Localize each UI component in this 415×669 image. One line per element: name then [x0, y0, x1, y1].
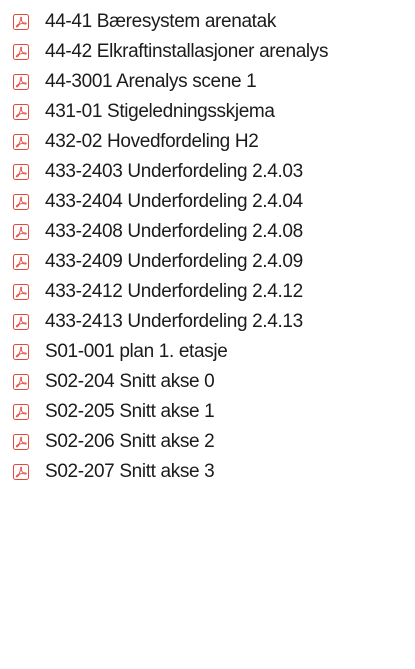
file-list-item[interactable]: 433-2409 Underfordeling 2.4.09 [0, 247, 415, 277]
file-list-item[interactable]: 432-02 Hovedfordeling H2 [0, 127, 415, 157]
file-name: 431-01 Stigeledningsskjema [45, 101, 275, 122]
file-list-item[interactable]: S02-207 Snitt akse 3 [0, 457, 415, 487]
file-list-item[interactable]: 433-2403 Underfordeling 2.4.03 [0, 157, 415, 187]
pdf-file-icon [13, 14, 29, 30]
pdf-file-icon [13, 164, 29, 180]
pdf-file-icon [13, 434, 29, 450]
pdf-file-icon [13, 74, 29, 90]
file-name: S02-206 Snitt akse 2 [45, 431, 215, 452]
file-name: 432-02 Hovedfordeling H2 [45, 131, 259, 152]
file-name: 44-3001 Arenalys scene 1 [45, 71, 257, 92]
pdf-file-icon [13, 314, 29, 330]
file-name: S02-204 Snitt akse 0 [45, 371, 215, 392]
file-name: 433-2404 Underfordeling 2.4.04 [45, 191, 303, 212]
pdf-file-icon [13, 104, 29, 120]
file-list-item[interactable]: 431-01 Stigeledningsskjema [0, 97, 415, 127]
file-name: 433-2408 Underfordeling 2.4.08 [45, 221, 303, 242]
file-list-item[interactable]: S01-001 plan 1. etasje [0, 337, 415, 367]
file-list-item[interactable]: 433-2408 Underfordeling 2.4.08 [0, 217, 415, 247]
file-list-item[interactable]: S02-204 Snitt akse 0 [0, 367, 415, 397]
file-list-item[interactable]: 433-2404 Underfordeling 2.4.04 [0, 187, 415, 217]
file-list-item[interactable]: 44-3001 Arenalys scene 1 [0, 67, 415, 97]
pdf-file-icon [13, 344, 29, 360]
file-list-item[interactable]: 44-42 Elkraftinstallasjoner arenalys [0, 37, 415, 67]
file-name: 433-2403 Underfordeling 2.4.03 [45, 161, 303, 182]
file-list: 44-41 Bæresystem arenatak 44-42 Elkrafti… [0, 0, 415, 487]
file-name: 433-2413 Underfordeling 2.4.13 [45, 311, 303, 332]
file-list-item[interactable]: S02-206 Snitt akse 2 [0, 427, 415, 457]
pdf-file-icon [13, 134, 29, 150]
pdf-file-icon [13, 254, 29, 270]
pdf-file-icon [13, 284, 29, 300]
pdf-file-icon [13, 194, 29, 210]
pdf-file-icon [13, 404, 29, 420]
file-name: 44-41 Bæresystem arenatak [45, 11, 276, 32]
file-name: S02-205 Snitt akse 1 [45, 401, 215, 422]
file-list-item[interactable]: 433-2413 Underfordeling 2.4.13 [0, 307, 415, 337]
pdf-file-icon [13, 464, 29, 480]
file-list-item[interactable]: 44-41 Bæresystem arenatak [0, 7, 415, 37]
file-name: S01-001 plan 1. etasje [45, 341, 228, 362]
file-name: 44-42 Elkraftinstallasjoner arenalys [45, 41, 329, 62]
file-name: S02-207 Snitt akse 3 [45, 461, 215, 482]
pdf-file-icon [13, 224, 29, 240]
file-list-item[interactable]: S02-205 Snitt akse 1 [0, 397, 415, 427]
file-list-item[interactable]: 433-2412 Underfordeling 2.4.12 [0, 277, 415, 307]
pdf-file-icon [13, 374, 29, 390]
file-name: 433-2409 Underfordeling 2.4.09 [45, 251, 303, 272]
file-name: 433-2412 Underfordeling 2.4.12 [45, 281, 303, 302]
pdf-file-icon [13, 44, 29, 60]
